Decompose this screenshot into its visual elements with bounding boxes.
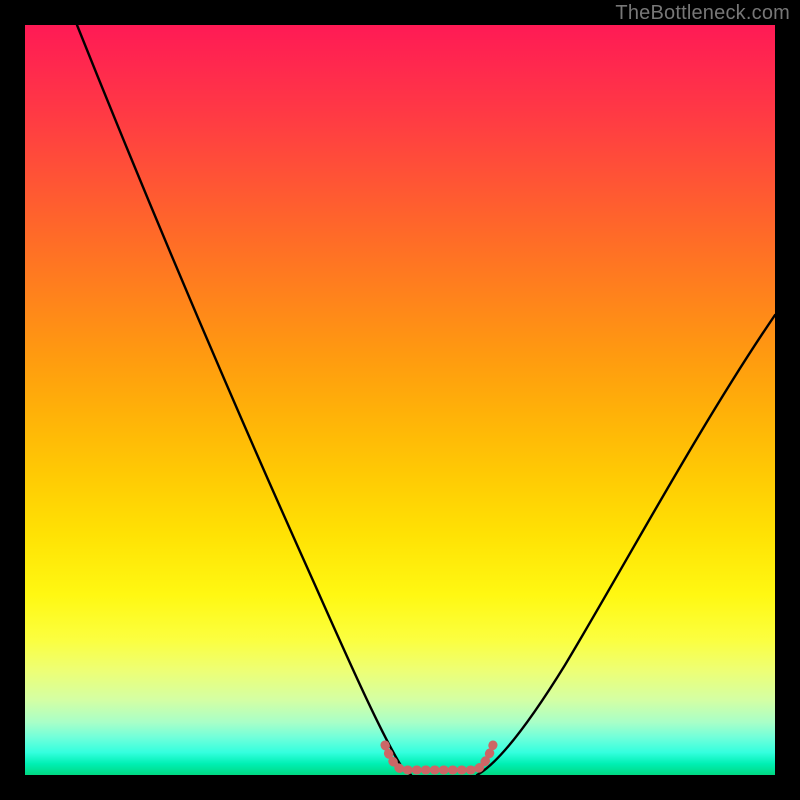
- bottom-bracket: [385, 745, 493, 770]
- v-curve-right: [477, 315, 775, 775]
- curve-layer: [25, 25, 775, 775]
- watermark-text: TheBottleneck.com: [615, 2, 790, 25]
- v-curve-left: [77, 25, 411, 775]
- chart-frame: TheBottleneck.com: [0, 0, 800, 800]
- plot-area: [25, 25, 775, 775]
